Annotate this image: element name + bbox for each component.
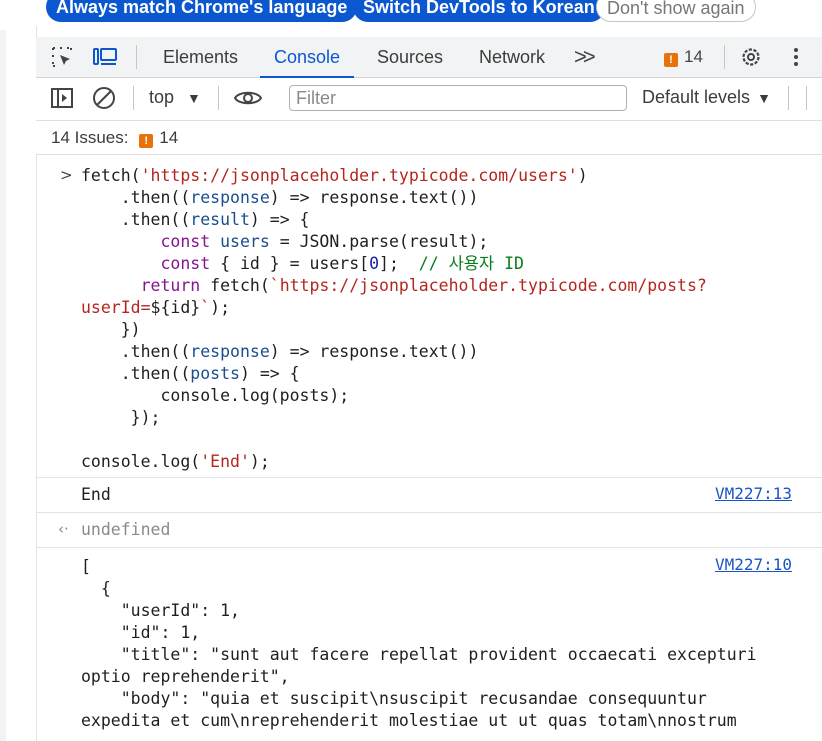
code-line: }); (81, 408, 161, 427)
json-output-line: { (81, 579, 111, 598)
issue-icon: ! (664, 53, 678, 67)
chevron-down-icon: ▼ (757, 90, 771, 106)
tab-sources[interactable]: Sources (377, 37, 443, 77)
console-command-entry: > fetch('https://jsonplaceholder.typicod… (36, 155, 822, 478)
code-line: .then((response) => response.text()) (81, 342, 479, 361)
code-line: const { id } = users[0]; // 사용자 ID (160, 254, 524, 273)
json-output-line: "userId": 1, (81, 601, 240, 620)
device-toolbar-icon[interactable] (92, 45, 117, 69)
return-arrow-icon: ‹· (58, 520, 69, 538)
log-levels-dropdown[interactable]: Default levels ▼ (642, 87, 771, 108)
toolbar-divider (218, 86, 219, 110)
json-output-line: "id": 1, (81, 623, 201, 642)
console-messages: > fetch('https://jsonplaceholder.typicod… (36, 155, 822, 741)
command-code: fetch('https://jsonplaceholder.typicode.… (81, 165, 707, 473)
code-line: console.log('End'); (81, 452, 270, 471)
source-link[interactable]: VM227:10 (715, 555, 792, 574)
more-tabs-chevron-icon[interactable]: >> (574, 37, 596, 77)
tab-network[interactable]: Network (479, 37, 545, 77)
toolbar-divider (806, 86, 807, 110)
sidebar-toggle-icon[interactable] (50, 86, 74, 110)
issues-bar[interactable]: 14 Issues: ! 14 (36, 121, 822, 155)
chevron-right-icon: > (60, 166, 73, 184)
issues-bar-count: 14 (159, 128, 179, 147)
scroll-rail (0, 30, 6, 741)
console-log-entry: [ { "userId": 1, "id": 1, "title": "sunt… (36, 548, 822, 741)
log-json-output: [ { "userId": 1, "id": 1, "title": "sunt… (81, 556, 757, 732)
json-output-line: optio reprehenderit", (81, 667, 290, 686)
source-link[interactable]: VM227:13 (715, 484, 792, 503)
code-line: }) (81, 320, 141, 339)
code-line: const users = JSON.parse(result); (160, 232, 489, 251)
toolbar-divider (133, 86, 134, 110)
tab-console[interactable]: Console (259, 37, 355, 78)
code-line: fetch('https://jsonplaceholder.typicode.… (81, 166, 588, 185)
json-output-line: "body": "quia et suscipit\nsuscipit recu… (81, 689, 707, 708)
toolbar-divider (724, 45, 725, 69)
inspect-element-icon[interactable] (50, 45, 74, 69)
console-filter-bar: top ▼ Default levels ▼ (36, 78, 822, 121)
live-expression-eye-icon[interactable] (233, 86, 263, 110)
toolbar-divider (136, 45, 137, 69)
return-value: undefined (81, 520, 171, 539)
json-output-line: [ (81, 557, 91, 576)
filter-input[interactable] (289, 85, 627, 111)
code-line: console.log(posts); (81, 386, 350, 405)
code-line: .then((posts) => { (81, 364, 300, 383)
json-output-line: "title": "sunt aut facere repellat provi… (81, 645, 757, 664)
log-levels-label: Default levels (642, 87, 751, 107)
issues-counter-button[interactable]: ! 14 (664, 47, 703, 67)
context-selector-label: top (149, 87, 175, 107)
code-line: .then((result) => { (81, 210, 310, 229)
log-text: End (81, 485, 111, 504)
issue-icon: ! (139, 134, 154, 148)
console-return-entry: ‹· undefined (36, 513, 822, 548)
code-line: userId=${id}`); (81, 298, 231, 317)
code-line: return fetch(`https://jsonplaceholder.ty… (140, 276, 707, 295)
match-language-button[interactable]: Always match Chrome's language (46, 0, 358, 22)
devtools-tab-bar: Elements Console Sources Network >> ! 14 (36, 37, 822, 78)
more-options-icon[interactable] (784, 45, 808, 69)
context-selector[interactable]: top ▼ (149, 87, 201, 108)
switch-language-button[interactable]: Switch DevTools to Korean (353, 0, 605, 22)
issues-count: 14 (684, 47, 703, 66)
dont-show-again-button[interactable]: Don't show again (596, 0, 756, 22)
code-line: .then((response) => response.text()) (81, 188, 479, 207)
json-output-line: expedita et cum\nreprehenderit molestiae… (81, 711, 737, 730)
toolbar-divider (788, 86, 789, 110)
tab-elements[interactable]: Elements (163, 37, 238, 77)
chevron-down-icon: ▼ (187, 90, 201, 106)
issues-summary: 14 Issues: ! 14 (51, 128, 178, 148)
clear-console-icon[interactable] (92, 86, 116, 110)
console-log-entry: End VM227:13 (36, 478, 822, 513)
language-infobar: Always match Chrome's language Switch De… (36, 0, 822, 26)
page-left-gutter (0, 0, 37, 741)
issues-label: 14 Issues: (51, 128, 129, 147)
gear-icon[interactable] (739, 45, 763, 69)
